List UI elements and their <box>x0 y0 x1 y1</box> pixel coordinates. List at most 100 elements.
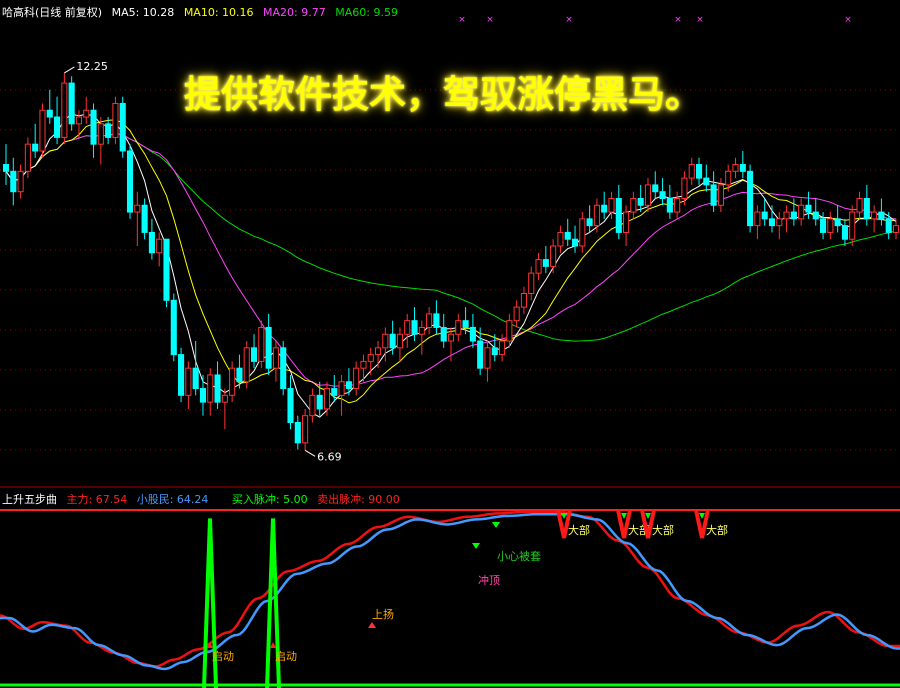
sell-signal-arrow <box>621 513 627 519</box>
candle-up <box>112 102 119 138</box>
sell-signal-arrow <box>561 513 567 519</box>
candle-up <box>221 394 228 403</box>
candle-up <box>229 367 236 396</box>
top-x-marker: × <box>674 15 682 25</box>
candle-up <box>856 197 863 213</box>
candle-up <box>353 367 360 390</box>
candle-up <box>382 333 389 349</box>
candle-up <box>484 347 491 369</box>
candle-up <box>535 259 542 274</box>
candle-down <box>878 211 885 220</box>
candle-down <box>659 191 666 199</box>
candle-up <box>623 211 630 233</box>
candle-up <box>849 211 856 240</box>
candle-up <box>630 197 637 213</box>
candle-up <box>404 320 411 335</box>
xiaogumin-line <box>0 513 900 671</box>
candle-up <box>717 184 724 206</box>
sell-signal-label: 大部 <box>652 523 674 537</box>
candle-up <box>674 197 681 213</box>
candle-up <box>309 394 316 417</box>
candle-down <box>834 218 841 227</box>
candle-up <box>513 306 520 322</box>
candle-up <box>83 109 90 118</box>
promo-banner: 提供软件技术，驾驭涨停黑马。 <box>184 73 702 116</box>
ma10-label: MA10: 10.16 <box>183 6 254 19</box>
candle-down <box>652 184 659 193</box>
candle-down <box>747 170 754 227</box>
candle-down <box>790 211 797 220</box>
candle-down <box>178 354 185 396</box>
candle-down <box>46 109 53 118</box>
candle-down <box>469 326 476 342</box>
down-signal-label: 小心被套 <box>497 550 541 563</box>
ma60-line <box>5 133 897 342</box>
high-label: 12.25 <box>76 60 108 73</box>
candle-down <box>287 388 294 423</box>
buy-pulse-label: 启动 <box>212 650 234 663</box>
candle-down <box>163 238 170 301</box>
top-x-marker: × <box>844 15 852 25</box>
candle-up <box>681 177 688 199</box>
candle-up <box>455 320 462 335</box>
candle-up <box>97 123 104 145</box>
candle-up <box>506 320 513 342</box>
candle-up <box>608 197 615 213</box>
candle-down <box>440 326 447 342</box>
candle-down <box>761 211 768 220</box>
candle-up <box>732 164 739 172</box>
candle-down <box>433 313 440 328</box>
down-signal-arrow <box>472 543 480 549</box>
top-x-marker: × <box>696 15 704 25</box>
candle-up <box>754 211 761 227</box>
candle-up <box>557 231 564 247</box>
candle-down <box>32 143 39 152</box>
candle-down <box>10 170 17 193</box>
indicator-panel: 启动 启动上扬冲顶小心被套大部 大部 大部 大部 <box>0 509 900 688</box>
candle-down <box>819 218 827 233</box>
candle-up <box>39 109 46 152</box>
candle-up <box>426 313 433 328</box>
candle-down <box>885 218 892 233</box>
candle-down <box>280 347 287 390</box>
candle-down <box>119 102 126 152</box>
candle-up <box>892 225 900 233</box>
candle-down <box>739 164 746 172</box>
candle-down <box>105 123 112 138</box>
candle-down <box>703 177 710 186</box>
down-signal-arrow <box>492 522 500 528</box>
ma60-label: MA60: 9.59 <box>335 6 398 19</box>
candle-up <box>550 245 557 267</box>
candle-down <box>148 231 155 254</box>
candle-up <box>725 170 732 186</box>
candle-up <box>134 204 141 213</box>
candle-down <box>491 347 498 356</box>
stock-title: 哈高科(日线 前复权) <box>2 6 103 19</box>
candle-down <box>90 109 97 145</box>
candle-up <box>302 415 309 444</box>
candle-down <box>805 204 812 213</box>
low-label: 6.69 <box>317 450 342 463</box>
candle-down <box>812 211 819 220</box>
candle-up <box>688 164 695 179</box>
candle-down <box>768 218 776 227</box>
candle-up <box>644 184 652 206</box>
down-signal-label: 冲顶 <box>478 573 500 587</box>
up-signal-arrow <box>368 622 376 628</box>
candle-down <box>477 340 484 369</box>
candle-up <box>447 333 455 342</box>
candle-down <box>214 374 221 403</box>
candle-down <box>236 367 243 383</box>
candle-up <box>520 293 528 308</box>
candle-up <box>418 326 425 335</box>
candle-up <box>323 388 331 410</box>
candle-down <box>389 333 396 349</box>
candle-up <box>871 211 878 220</box>
grid-lines <box>0 89 900 451</box>
high-pointer <box>64 66 75 74</box>
candle-down <box>316 394 323 410</box>
low-pointer <box>304 449 316 457</box>
candle-down <box>586 218 593 227</box>
candle-up <box>360 360 367 369</box>
candle-up <box>338 381 345 396</box>
